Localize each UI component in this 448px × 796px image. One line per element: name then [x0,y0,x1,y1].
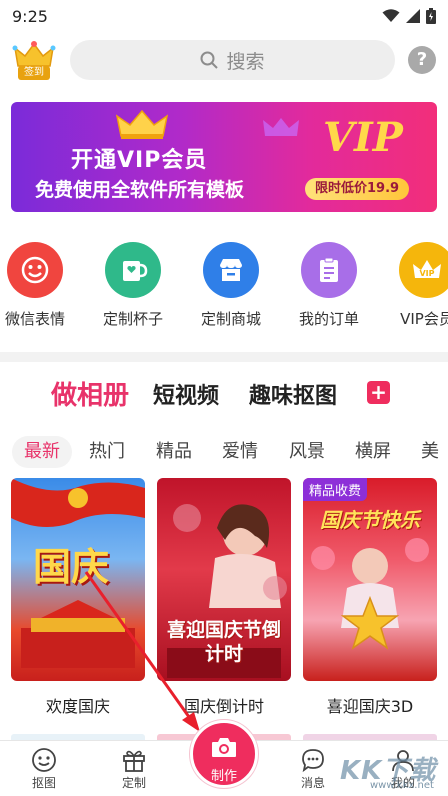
category-custom-mug[interactable]: 定制杯子 [85,240,181,329]
watermark-url: www.kkx.net [370,780,434,791]
subtab-scenery[interactable]: 风景 [289,436,325,468]
category-label: 定制商城 [200,310,261,328]
signal-icon [406,9,420,23]
category-wechat-stickers[interactable]: 微信表情 [0,240,83,329]
order-icon [301,242,357,298]
sub-tabs: 最新 热门 精品 爱情 风景 横屏 美 [0,436,448,468]
template-title: 喜迎国庆3D [326,697,414,716]
template-title: 欢度国庆 [45,697,110,716]
subtab-premium[interactable]: 精品 [156,436,192,468]
template-thumbnail: 精品收费 国庆节快乐 [303,478,437,681]
tab-photo-album[interactable]: 做相册 [51,375,129,412]
template-thumbnail: 国庆 [11,478,145,681]
nav-cutout[interactable]: 抠图 [14,747,74,791]
banner-price-badge: 限时低价19.9 [305,178,410,200]
wifi-icon [382,9,400,22]
subtab-landscape[interactable]: 横屏 [355,436,391,468]
make-label: 制作 [210,769,237,784]
search-icon [200,51,219,69]
section-divider [0,352,448,362]
camera-icon [212,738,236,757]
smiley-icon [7,242,63,298]
category-label: 定制杯子 [102,310,163,328]
template-title: 国庆倒计时 [183,697,264,716]
banner-subtitle: 免费使用全软件所有模板 [35,179,245,201]
category-label: 我的订单 [298,310,359,328]
template-image-text: 喜迎国庆节倒计时 [167,619,282,665]
tab-fun-cutout[interactable]: 趣味抠图 [249,378,337,410]
cutout-icon [14,747,74,773]
watermark-logo: KK下载 www.kkx.net [330,744,448,796]
mug-icon [105,242,161,298]
premium-badge: 精品收费 [303,478,368,501]
nav-label: 定制 [121,776,146,790]
make-button[interactable]: 制作 [190,720,258,788]
template-image-text: 国庆节快乐 [320,508,420,532]
banner-decoration-icon [263,118,299,136]
nav-custom[interactable]: 定制 [104,747,164,791]
gift-icon [104,747,164,773]
category-row: 微信表情 定制杯子 定制商城 我的订单 VIP VIP会员 [0,240,448,332]
template-image-text: 国庆 [33,544,110,589]
template-card[interactable]: 国庆 欢度国庆 [11,478,145,717]
nav-label: 抠图 [31,776,56,790]
subtab-latest[interactable]: 最新 [12,436,72,468]
top-bar: 签到 搜索 ? [0,32,448,92]
category-my-orders[interactable]: 我的订单 [281,240,377,329]
template-card[interactable]: 喜迎国庆节倒计时 国庆倒计时 [157,478,291,717]
category-custom-store[interactable]: 定制商城 [183,240,279,329]
banner-title: 开通VIP会员 [71,148,208,173]
banner-crown-icon [115,109,169,139]
add-tab-button[interactable]: + [367,381,390,404]
template-grid: 国庆 欢度国庆 喜迎国庆节倒计时 国庆倒计时 精品收费 国庆节快乐 喜迎国庆3D [0,478,448,718]
search-input[interactable]: 搜索 [70,40,395,80]
category-vip[interactable]: VIP VIP会员 [379,240,448,329]
vip-crown-icon: VIP [399,242,448,298]
tab-short-video[interactable]: 短视频 [153,378,219,410]
banner-vip-text: VIP [323,114,403,161]
help-button[interactable]: ? [408,46,436,74]
subtab-beauty[interactable]: 美 [421,436,439,468]
template-thumbnail: 喜迎国庆节倒计时 [157,478,291,681]
subtab-hot[interactable]: 热门 [89,436,125,468]
battery-icon [426,8,436,24]
status-time: 9:25 [12,6,48,26]
sign-in-label: 签到 [18,66,50,80]
main-tabs: 做相册 短视频 趣味抠图 + [0,378,448,424]
template-card[interactable]: 精品收费 国庆节快乐 喜迎国庆3D [303,478,437,717]
sign-in-button[interactable]: 签到 [12,40,56,84]
vip-banner[interactable]: 开通VIP会员 免费使用全软件所有模板 VIP 限时低价19.9 [11,102,437,212]
category-label: VIP会员 [400,310,448,328]
status-icons [382,8,436,24]
search-placeholder: 搜索 [226,50,265,73]
status-bar: 9:25 [0,0,448,32]
category-label: 微信表情 [4,310,65,328]
store-icon [203,242,259,298]
svg-text:VIP: VIP [419,269,434,278]
subtab-love[interactable]: 爱情 [222,436,258,468]
